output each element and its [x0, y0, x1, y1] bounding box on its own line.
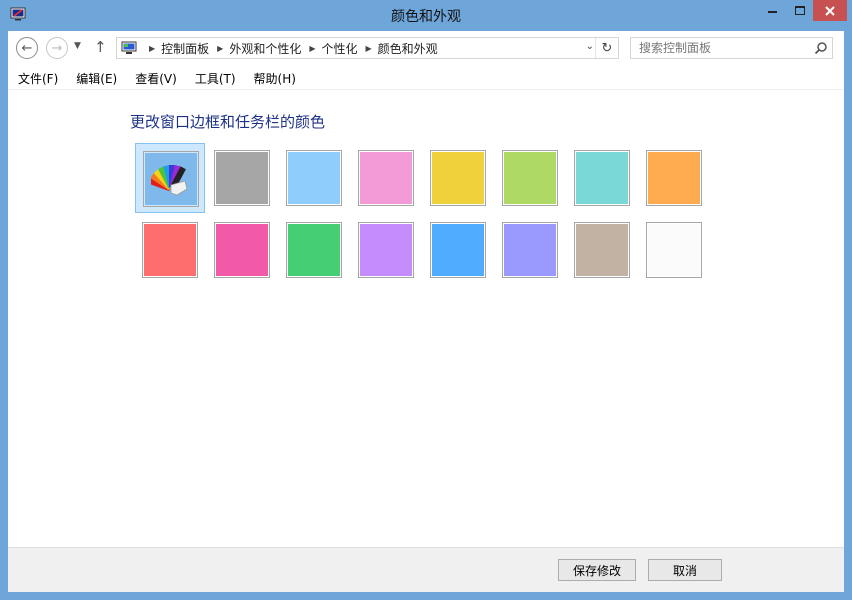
color-swatch-yellow[interactable]: [423, 143, 493, 213]
swatch-border: [430, 150, 486, 206]
control-panel-icon: [121, 41, 137, 54]
color-swatch-pink[interactable]: [351, 143, 421, 213]
swatch-fill: [576, 152, 628, 204]
menu-file[interactable]: 文件(F): [8, 70, 66, 87]
swatch-border: [502, 150, 558, 206]
breadcrumb-separator[interactable]: ▶: [309, 44, 315, 53]
color-swatch-gray[interactable]: [207, 143, 277, 213]
page-heading: 更改窗口边框和任务栏的颜色: [130, 113, 326, 131]
swatch-border: [574, 222, 630, 278]
breadcrumb-item-color-appearance[interactable]: 颜色和外观: [378, 40, 438, 57]
swatch-fill: [504, 152, 556, 204]
bottom-bar: 保存修改 取消: [8, 547, 844, 592]
swatch-fill: [576, 224, 628, 276]
swatch-border: [646, 222, 702, 278]
color-swatch-lime[interactable]: [495, 143, 565, 213]
arrow-left-icon: ←: [21, 40, 33, 56]
swatch-fill: [360, 152, 412, 204]
color-swatch-orange[interactable]: [639, 143, 709, 213]
swatch-fill: [288, 224, 340, 276]
arrow-right-icon: →: [51, 40, 63, 56]
swatch-fill: [216, 152, 268, 204]
menu-edit[interactable]: 编辑(E): [66, 70, 125, 87]
search-input[interactable]: [631, 38, 819, 58]
menu-view[interactable]: 查看(V): [125, 70, 185, 87]
search-box[interactable]: [630, 37, 833, 59]
close-button[interactable]: [813, 0, 847, 21]
save-changes-button[interactable]: 保存修改: [558, 559, 636, 581]
breadcrumb-separator[interactable]: ▶: [366, 44, 372, 53]
breadcrumb-separator[interactable]: ▶: [149, 44, 155, 53]
menu-bar: 文件(F) 编辑(E) 查看(V) 工具(T) 帮助(H): [8, 67, 844, 90]
refresh-icon: ↻: [601, 40, 613, 56]
close-icon: [825, 5, 835, 16]
swatch-border: [502, 222, 558, 278]
maximize-button[interactable]: [786, 0, 813, 21]
title-bar[interactable]: 颜色和外观: [0, 0, 852, 31]
swatch-border: [574, 150, 630, 206]
breadcrumb-item-personalization[interactable]: 个性化: [322, 40, 358, 57]
swatch-fill: [288, 152, 340, 204]
swatch-fill: [432, 152, 484, 204]
color-swatch-sky-blue[interactable]: [279, 143, 349, 213]
client-area: ← → ▼ ↑ ▶ 控制面板 ▶ 外观和个性化 ▶ 个性化 ▶ 颜色和外观 ⌄ …: [8, 31, 844, 592]
chevron-down-icon: ▼: [74, 41, 81, 51]
recent-locations-button[interactable]: ▼: [74, 41, 81, 51]
color-swatch-teal[interactable]: [567, 143, 637, 213]
breadcrumb-item-control-panel[interactable]: 控制面板: [161, 40, 209, 57]
swatch-fill: [360, 224, 412, 276]
color-swatch-white[interactable]: [639, 215, 709, 285]
back-button[interactable]: ←: [16, 37, 38, 59]
refresh-button[interactable]: ↻: [595, 38, 618, 58]
window-title: 颜色和外观: [391, 9, 461, 25]
color-swatch-green[interactable]: [279, 215, 349, 285]
swatch-border: [286, 222, 342, 278]
swatch-border: [286, 150, 342, 206]
swatch-fill: [144, 224, 196, 276]
color-palette-icon: [151, 164, 188, 196]
address-bar[interactable]: ▶ 控制面板 ▶ 外观和个性化 ▶ 个性化 ▶ 颜色和外观 ⌄ ↻: [116, 37, 619, 59]
minimize-button[interactable]: [758, 0, 786, 21]
swatch-fill: [648, 224, 700, 276]
minimize-icon: [767, 11, 777, 13]
up-button[interactable]: ↑: [94, 38, 107, 56]
color-swatch-automatic[interactable]: [135, 143, 205, 213]
swatch-fill: [432, 224, 484, 276]
swatch-border: [358, 150, 414, 206]
swatch-border: [214, 222, 270, 278]
breadcrumb-separator[interactable]: ▶: [217, 44, 223, 53]
menu-help[interactable]: 帮助(H): [244, 70, 304, 87]
address-dropdown-icon[interactable]: ⌄: [586, 41, 594, 52]
menu-tools[interactable]: 工具(T): [185, 70, 244, 87]
color-swatch-violet[interactable]: [351, 215, 421, 285]
color-swatch-red[interactable]: [135, 215, 205, 285]
window: 颜色和外观 ← → ▼ ↑ ▶ 控制面板 ▶ 外观和个性化 ▶ 个性化 ▶ 颜色…: [0, 0, 852, 600]
address-row: ← → ▼ ↑ ▶ 控制面板 ▶ 外观和个性化 ▶ 个性化 ▶ 颜色和外观 ⌄ …: [8, 31, 844, 65]
swatch-border: [142, 222, 198, 278]
maximize-icon: [794, 6, 805, 15]
swatch-border: [358, 222, 414, 278]
color-swatch-periwinkle[interactable]: [495, 215, 565, 285]
swatch-fill: [504, 224, 556, 276]
swatch-border: [430, 222, 486, 278]
cancel-button[interactable]: 取消: [648, 559, 722, 581]
color-swatch-blue[interactable]: [423, 215, 493, 285]
swatch-fill: [216, 224, 268, 276]
swatch-fill: [648, 152, 700, 204]
arrow-up-icon: ↑: [94, 38, 107, 56]
forward-button[interactable]: →: [46, 37, 68, 59]
swatch-border: [214, 150, 270, 206]
breadcrumb-item-appearance-personalization[interactable]: 外观和个性化: [229, 40, 301, 57]
search-icon[interactable]: [814, 41, 828, 55]
swatch-border: [646, 150, 702, 206]
swatch-border: [143, 151, 199, 207]
color-swatch-taupe[interactable]: [567, 215, 637, 285]
color-swatch-magenta[interactable]: [207, 215, 277, 285]
